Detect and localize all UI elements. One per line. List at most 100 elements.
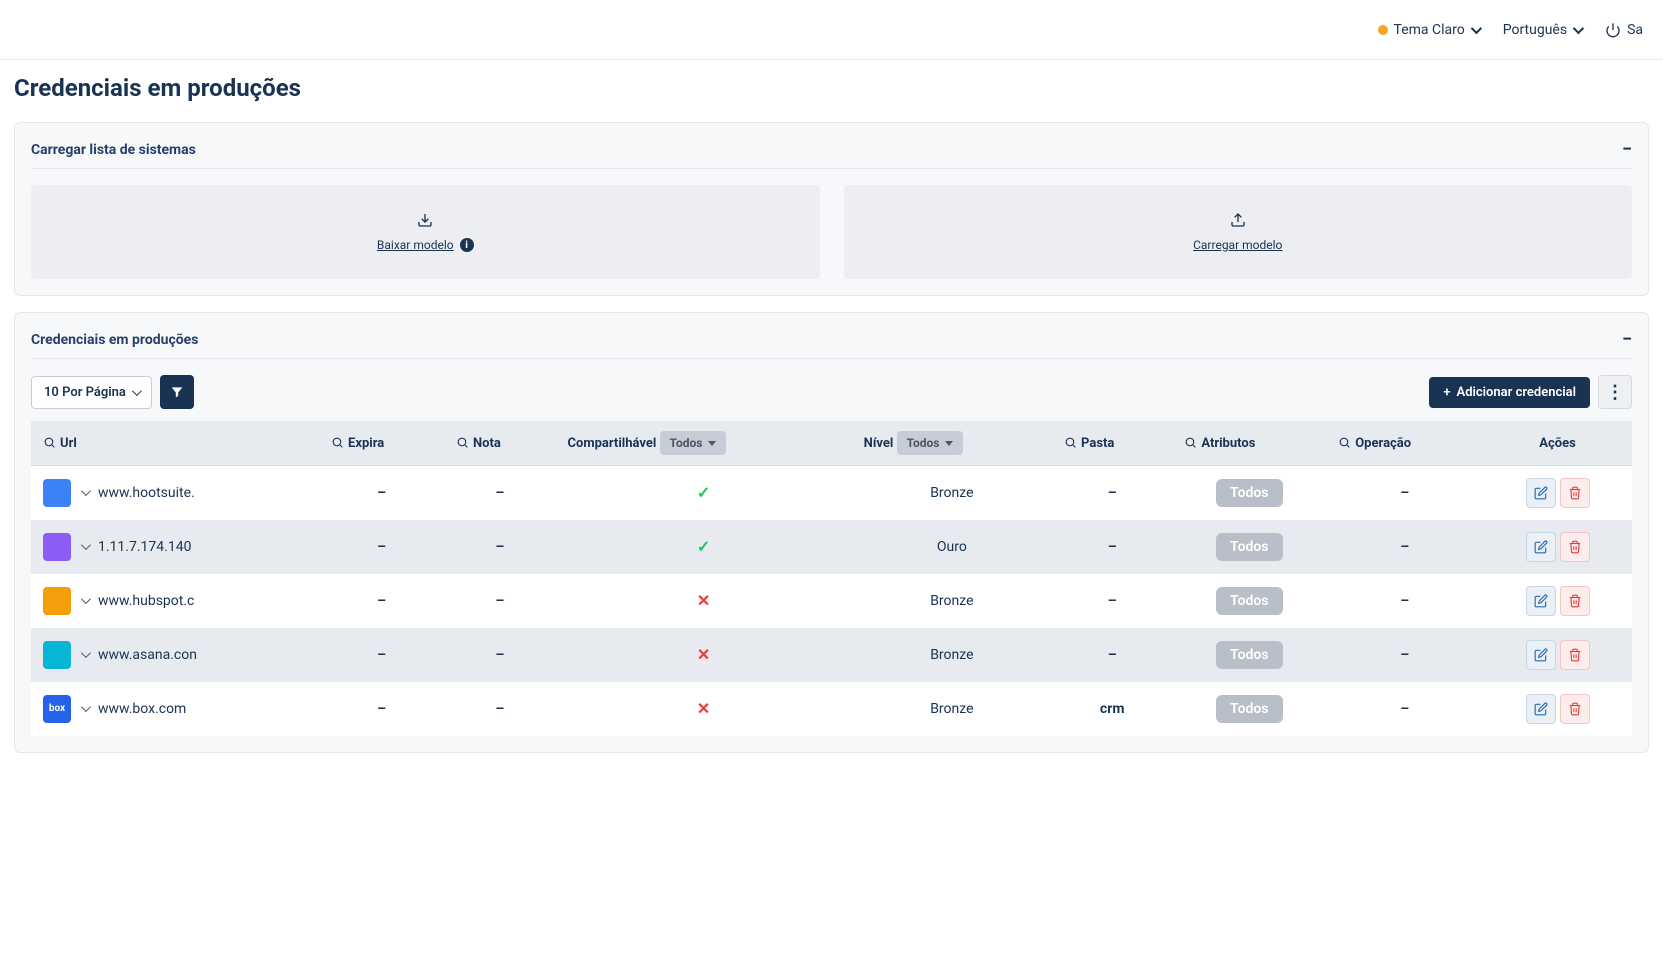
cell-nivel: Bronze <box>852 682 1052 736</box>
cell-url: www.hootsuite. <box>31 466 319 520</box>
edit-button[interactable] <box>1526 532 1556 562</box>
add-credential-button[interactable]: + Adicionar credencial <box>1429 377 1590 408</box>
chevron-down-icon <box>1470 22 1481 33</box>
cell-pasta: – <box>1052 628 1172 682</box>
cell-operacao: – <box>1326 520 1483 574</box>
cell-nota: – <box>444 520 555 574</box>
app-icon <box>43 479 71 507</box>
cell-operacao: – <box>1326 628 1483 682</box>
expand-row-icon[interactable] <box>81 648 91 658</box>
edit-icon <box>1534 486 1548 500</box>
attributes-badge[interactable]: Todos <box>1216 479 1282 507</box>
language-selector[interactable]: Português <box>1503 22 1581 38</box>
edit-button[interactable] <box>1526 586 1556 616</box>
edit-button[interactable] <box>1526 478 1556 508</box>
col-nota[interactable]: Nota <box>444 421 555 466</box>
cell-expira: – <box>319 466 444 520</box>
table-row: www.asana.con––✕Bronze–Todos– <box>31 628 1632 682</box>
credentials-table: Url Expira Nota Compartilhável Todos Nív… <box>31 421 1632 736</box>
expand-row-icon[interactable] <box>81 540 91 550</box>
url-text: www.hubspot.c <box>98 593 194 609</box>
cell-actions <box>1483 466 1632 520</box>
cell-actions <box>1483 682 1632 736</box>
page-title: Credenciais em produções <box>14 74 1649 102</box>
more-actions-button[interactable]: ⋮ <box>1598 375 1632 409</box>
cell-expira: – <box>319 628 444 682</box>
cell-operacao: – <box>1326 574 1483 628</box>
attributes-badge[interactable]: Todos <box>1216 587 1282 615</box>
trash-icon <box>1568 486 1582 500</box>
level-filter-dropdown[interactable]: Todos <box>897 431 964 455</box>
expand-row-icon[interactable] <box>81 486 91 496</box>
attributes-badge[interactable]: Todos <box>1216 533 1282 561</box>
triangle-down-icon <box>945 441 953 446</box>
cell-atributos: Todos <box>1172 466 1326 520</box>
upload-template-box[interactable]: Carregar modelo <box>844 185 1633 279</box>
search-icon <box>331 436 344 449</box>
cell-atributos: Todos <box>1172 520 1326 574</box>
table-panel-title: Credenciais em produções <box>31 332 198 348</box>
plus-icon: + <box>1443 385 1450 400</box>
attributes-badge[interactable]: Todos <box>1216 695 1282 723</box>
upload-icon <box>1230 212 1246 228</box>
table-row: www.hootsuite.––✓Bronze–Todos– <box>31 466 1632 520</box>
col-pasta[interactable]: Pasta <box>1052 421 1172 466</box>
cell-actions <box>1483 628 1632 682</box>
expand-row-icon[interactable] <box>81 594 91 604</box>
table-toolbar: 10 Por Página + Adicionar credencial ⋮ <box>31 375 1632 409</box>
cell-nivel: Bronze <box>852 574 1052 628</box>
app-icon <box>43 533 71 561</box>
delete-button[interactable] <box>1560 640 1590 670</box>
col-operacao[interactable]: Operação <box>1326 421 1483 466</box>
theme-selector[interactable]: Tema Claro <box>1378 22 1479 38</box>
cell-shareable: ✕ <box>555 628 851 682</box>
filter-button[interactable] <box>160 375 194 409</box>
cell-atributos: Todos <box>1172 682 1326 736</box>
table-panel-header: Credenciais em produções − <box>31 313 1632 359</box>
edit-button[interactable] <box>1526 694 1556 724</box>
chevron-down-icon <box>132 386 142 396</box>
edit-icon <box>1534 702 1548 716</box>
expand-row-icon[interactable] <box>81 702 91 712</box>
cell-url: 1.11.7.174.140 <box>31 520 319 574</box>
cell-nivel: Bronze <box>852 628 1052 682</box>
cell-url: www.hubspot.c <box>31 574 319 628</box>
logout-button[interactable]: Sa <box>1605 22 1643 38</box>
delete-button[interactable] <box>1560 532 1590 562</box>
upload-panel-title: Carregar lista de sistemas <box>31 142 196 158</box>
delete-button[interactable] <box>1560 694 1590 724</box>
search-icon <box>43 436 56 449</box>
app-icon: box <box>43 695 71 723</box>
download-template-box[interactable]: Baixar modelo i <box>31 185 820 279</box>
url-text: www.asana.con <box>98 647 197 663</box>
cell-expira: – <box>319 520 444 574</box>
attributes-badge[interactable]: Todos <box>1216 641 1282 669</box>
cell-operacao: – <box>1326 682 1483 736</box>
cell-nivel: Ouro <box>852 520 1052 574</box>
delete-button[interactable] <box>1560 586 1590 616</box>
filter-icon <box>170 385 184 399</box>
x-icon: ✕ <box>697 591 710 610</box>
col-expira[interactable]: Expira <box>319 421 444 466</box>
col-atributos[interactable]: Atributos <box>1172 421 1326 466</box>
edit-button[interactable] <box>1526 640 1556 670</box>
col-url[interactable]: Url <box>31 421 319 466</box>
upload-panel-header: Carregar lista de sistemas − <box>31 123 1632 169</box>
shareable-filter-dropdown[interactable]: Todos <box>660 431 727 455</box>
url-text: www.hootsuite. <box>98 485 195 501</box>
cell-shareable: ✓ <box>555 466 851 520</box>
collapse-icon[interactable]: − <box>1622 139 1632 160</box>
app-icon <box>43 587 71 615</box>
delete-button[interactable] <box>1560 478 1590 508</box>
upload-panel: Carregar lista de sistemas − Baixar mode… <box>14 122 1649 296</box>
table-row: boxwww.box.com––✕BronzecrmTodos– <box>31 682 1632 736</box>
cell-url: boxwww.box.com <box>31 682 319 736</box>
collapse-icon[interactable]: − <box>1622 329 1632 350</box>
per-page-selector[interactable]: 10 Por Página <box>31 376 152 409</box>
url-text: 1.11.7.174.140 <box>98 539 191 555</box>
trash-icon <box>1568 648 1582 662</box>
vertical-dots-icon: ⋮ <box>1606 382 1624 403</box>
cell-pasta: – <box>1052 574 1172 628</box>
language-label: Português <box>1503 22 1567 38</box>
theme-dot-icon <box>1378 25 1388 35</box>
